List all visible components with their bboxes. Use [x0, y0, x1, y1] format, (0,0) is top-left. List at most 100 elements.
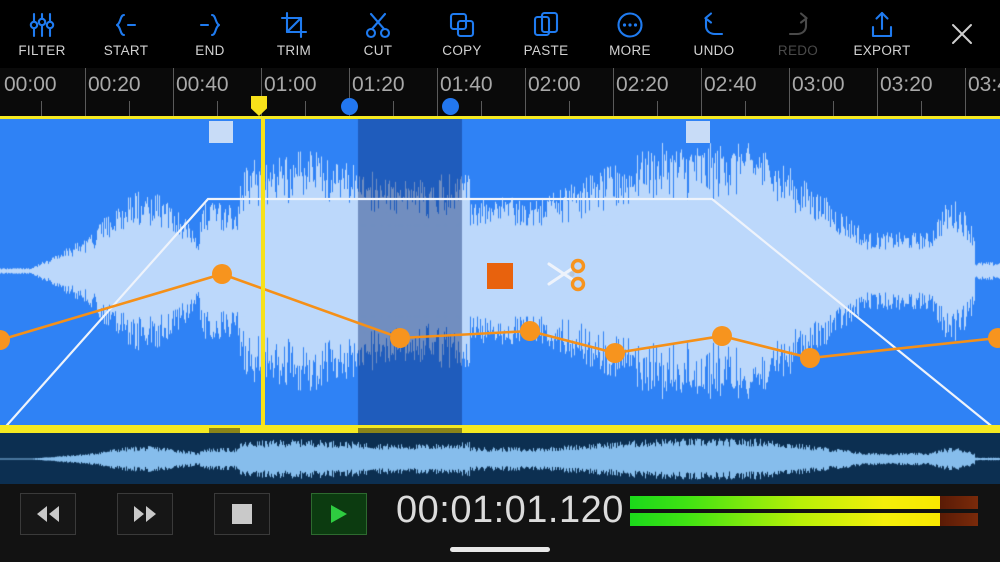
toolbar-button-export[interactable]: EXPORT [840, 0, 924, 68]
ruler-minor-tick [129, 101, 130, 116]
ruler-major-tick [877, 68, 878, 116]
overview-strip[interactable] [0, 428, 1000, 484]
close-icon [952, 24, 972, 44]
overview-cursor[interactable] [263, 428, 269, 433]
ruler-major-tick [437, 68, 438, 116]
toolbar-button-end[interactable]: END [168, 0, 252, 68]
stop-marker-button[interactable] [487, 263, 513, 289]
ruler-major-tick [173, 68, 174, 116]
toolbar-label: REDO [777, 43, 819, 58]
overview-range-bar[interactable] [0, 428, 1000, 433]
ruler-label: 03:20 [880, 73, 933, 96]
meter-peak-tail [939, 496, 978, 509]
marker-end[interactable] [442, 98, 459, 115]
ruler-label: 00:20 [88, 73, 141, 96]
envelope-node[interactable] [712, 326, 732, 346]
crop-icon [279, 10, 309, 40]
ruler-label: 00:00 [4, 73, 57, 96]
redo-arrow-icon [788, 12, 808, 36]
toolbar-button-redo: REDO [756, 0, 840, 68]
ruler-minor-tick [481, 101, 482, 116]
scissors-tool-icon[interactable] [545, 258, 587, 294]
play-triangle-icon [331, 505, 347, 523]
toolbar-label: COPY [442, 43, 482, 58]
toolbar-label: END [195, 43, 225, 58]
play-button[interactable] [311, 493, 367, 535]
selection-handle-right[interactable] [686, 121, 710, 143]
toolbar-label: START [103, 43, 149, 58]
volume-envelope-line [5, 197, 992, 425]
end-bracket-icon [199, 13, 221, 37]
ruler-minor-tick [657, 101, 658, 116]
envelope-node[interactable] [800, 348, 820, 368]
selection-handle-left[interactable] [209, 121, 233, 143]
toolbar-label: EXPORT [853, 43, 911, 58]
close-button[interactable] [942, 14, 982, 54]
ruler-label: 03:40 [968, 73, 1000, 96]
ruler-major-tick [613, 68, 614, 116]
envelope-node[interactable] [212, 264, 232, 284]
envelope-node[interactable] [520, 321, 540, 341]
toolbar-label: TRIM [276, 43, 312, 58]
toolbar-button-cut[interactable]: CUT [336, 0, 420, 68]
overview-range-segment[interactable] [462, 428, 1000, 433]
ruler-major-tick [701, 68, 702, 116]
paste-icon [531, 10, 561, 40]
toolbar-button-more[interactable]: MORE [588, 0, 672, 68]
home-indicator [450, 547, 550, 552]
marker-start[interactable] [341, 98, 358, 115]
toolbar: FILTER START END TRIM CUT COPY PASTE MOR… [0, 0, 1000, 68]
playhead-handle[interactable] [251, 96, 267, 116]
ruler-minor-tick [305, 101, 306, 116]
overview-range-segment[interactable] [0, 428, 209, 433]
overview-range-segment[interactable] [358, 428, 462, 433]
crop-icon [280, 11, 308, 39]
toolbar-label: CUT [363, 43, 393, 58]
toolbar-button-undo[interactable]: UNDO [672, 0, 756, 68]
toolbar-button-start[interactable]: START [84, 0, 168, 68]
toolbar-button-copy[interactable]: COPY [420, 0, 504, 68]
fast-forward-button[interactable] [117, 493, 173, 535]
ruler-minor-tick [217, 101, 218, 116]
ruler-major-tick [965, 68, 966, 116]
time-ruler[interactable]: 00:00 00:20 00:40 01:00 01:20 01:40 02:00 02:20… [0, 68, 1000, 116]
share-upload-icon [867, 10, 897, 40]
fast-forward-icon [134, 506, 156, 522]
rewind-button[interactable] [20, 493, 76, 535]
ruler-major-tick [525, 68, 526, 116]
toolbar-label: FILTER [18, 43, 66, 58]
overview-canvas[interactable] [0, 428, 1000, 484]
start-bracket-icon [115, 13, 137, 37]
playhead-line[interactable] [261, 119, 265, 425]
stop-button[interactable] [214, 493, 270, 535]
overview-range-segment[interactable] [240, 428, 358, 433]
ruler-label: 01:40 [440, 73, 493, 96]
ruler-label: 01:00 [264, 73, 317, 96]
envelope-node[interactable] [390, 328, 410, 348]
overview-range-segment[interactable] [209, 428, 240, 433]
toolbar-label: PASTE [523, 43, 569, 58]
sliders-icon [27, 10, 57, 40]
stop-square-icon [232, 504, 252, 524]
toolbar-button-filter[interactable]: FILTER [0, 0, 84, 68]
level-meter-left [630, 496, 978, 509]
ruler-major-tick [85, 68, 86, 116]
waveform-editor[interactable] [0, 116, 1000, 428]
toolbar-button-paste[interactable]: PASTE [504, 0, 588, 68]
audio-editor-app: FILTER START END TRIM CUT COPY PASTE MOR… [0, 0, 1000, 562]
toolbar-label: UNDO [693, 43, 735, 58]
level-meter-right [630, 513, 978, 526]
sliders-icon [29, 12, 55, 38]
share-upload-icon [871, 11, 893, 38]
ruler-major-tick [789, 68, 790, 116]
toolbar-button-trim[interactable]: TRIM [252, 0, 336, 68]
envelope-node[interactable] [605, 343, 625, 363]
ruler-minor-tick [745, 101, 746, 116]
paste-icon [533, 11, 559, 37]
redo-arrow-icon [783, 10, 813, 40]
ruler-label: 02:20 [616, 73, 669, 96]
timecode-display: 00:01:01.120 [396, 489, 624, 531]
ruler-label: 02:00 [528, 73, 581, 96]
toolbar-label: MORE [609, 43, 651, 58]
ruler-label: 03:00 [792, 73, 845, 96]
